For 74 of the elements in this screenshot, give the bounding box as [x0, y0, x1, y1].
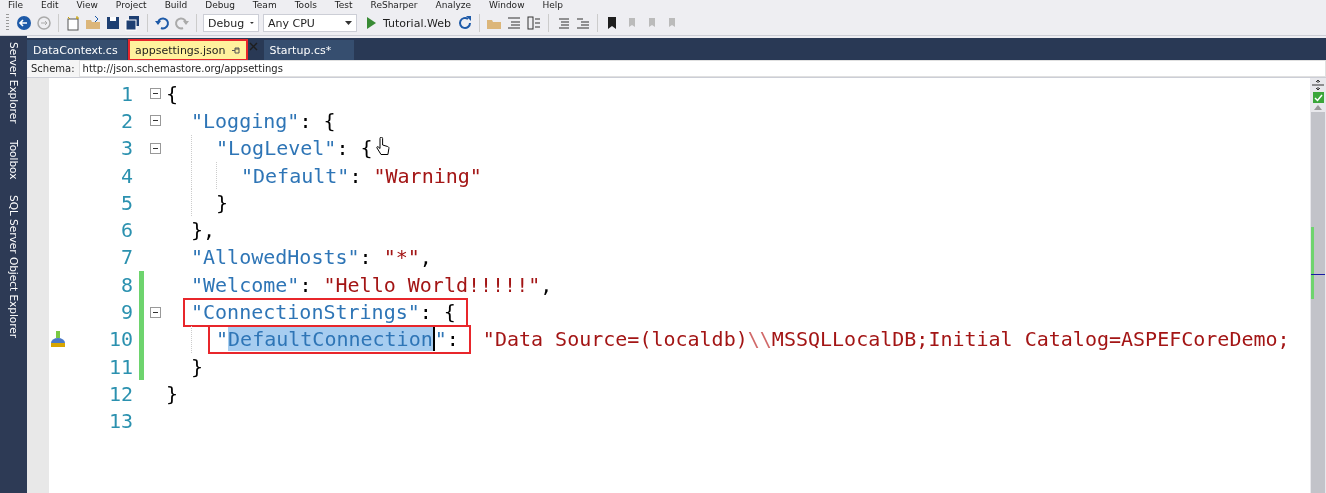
- collapse-icon[interactable]: [149, 115, 161, 127]
- code-text: },: [191, 218, 216, 243]
- line-number: 6: [119, 218, 133, 243]
- line-number: 11: [107, 354, 133, 379]
- back-icon[interactable]: [16, 15, 32, 31]
- code-text: "Welcome": "Hello World!!!!!",: [191, 272, 553, 297]
- change-marker: [1311, 227, 1314, 299]
- annotation-box: "DefaultConnection":: [208, 324, 471, 354]
- close-icon[interactable]: [248, 42, 258, 51]
- code-text: "LogLevel": {: [216, 136, 373, 161]
- line-number: 3: [119, 136, 133, 161]
- uncomment-lines-icon[interactable]: [574, 15, 591, 31]
- menu-item[interactable]: File: [8, 0, 24, 11]
- configuration-dropdown[interactable]: Debug: [203, 14, 259, 32]
- save-icon[interactable]: [105, 15, 121, 31]
- check-icon: [1312, 92, 1324, 103]
- menu-item[interactable]: Team: [252, 0, 277, 11]
- menu-item[interactable]: Tools: [294, 0, 317, 11]
- menu-item[interactable]: Test: [334, 0, 353, 11]
- list-icon[interactable]: [525, 15, 542, 31]
- collapse-icon[interactable]: [149, 142, 161, 154]
- start-button[interactable]: Tutorial.Web: [361, 13, 453, 33]
- document-tab[interactable]: DataContext.cs: [27, 40, 127, 60]
- caret-icon: [345, 21, 352, 25]
- code-text: }: [166, 381, 179, 406]
- menu-item[interactable]: Project: [115, 0, 147, 11]
- code-text: }: [191, 354, 204, 379]
- align-left-icon[interactable]: [505, 15, 522, 31]
- menu-item[interactable]: Debug: [205, 0, 235, 11]
- side-panel-tab[interactable]: Server Explorer: [7, 40, 20, 126]
- undo-icon[interactable]: [154, 15, 170, 31]
- open-folder-icon[interactable]: [85, 15, 101, 31]
- line-number: 2: [119, 108, 133, 133]
- line-number: 1: [119, 81, 133, 106]
- menu-item[interactable]: Help: [542, 0, 564, 11]
- code-text: {: [166, 81, 179, 106]
- new-project-icon[interactable]: [65, 15, 81, 31]
- menu-item[interactable]: Analyze: [435, 0, 471, 11]
- line-number: 12: [107, 381, 133, 406]
- caret-marker: [1311, 274, 1325, 275]
- save-all-icon[interactable]: [125, 15, 141, 31]
- code-text: "AllowedHosts": "*",: [191, 245, 432, 270]
- line-number: 8: [119, 272, 133, 297]
- code-text: "Default": "Warning": [241, 163, 482, 188]
- document-tab[interactable]: Startup.cs*: [263, 40, 354, 60]
- schema-label: Schema:: [27, 60, 79, 77]
- line-number: 4: [119, 163, 133, 188]
- collapse-icon[interactable]: [149, 88, 161, 100]
- platform-dropdown[interactable]: Any CPU: [263, 14, 357, 32]
- line-number: 7: [119, 245, 133, 270]
- schema-field[interactable]: http://json.schemastore.org/appsettings: [78, 60, 1326, 77]
- menu-item[interactable]: View: [76, 0, 98, 11]
- code-text: }: [216, 190, 229, 215]
- line-number: 5: [119, 190, 133, 215]
- brush-icon[interactable]: [49, 330, 67, 349]
- line-number: 9: [119, 300, 133, 324]
- line-number: 10: [107, 327, 133, 352]
- side-panel-tab[interactable]: Toolbox: [7, 137, 20, 181]
- side-panel-tab[interactable]: SQL Server Object Explorer: [7, 192, 20, 340]
- split-handle-icon[interactable]: [1312, 80, 1324, 90]
- refresh-icon[interactable]: [456, 15, 473, 31]
- pin-icon[interactable]: [231, 45, 241, 55]
- code-text: "Data Source=(localdb)\\MSSQLLocalDB;Initial Catalog=ASPEFCoreDemo;: [482, 327, 1290, 352]
- menu-item[interactable]: Build: [164, 0, 188, 11]
- collapse-icon[interactable]: [149, 306, 161, 318]
- vertical-scrollbar[interactable]: [1310, 78, 1326, 493]
- caret-icon: [250, 21, 254, 25]
- scroll-up-arrow-icon[interactable]: [1314, 105, 1322, 110]
- code-text: "Logging": {: [191, 108, 336, 133]
- line-number: 13: [107, 409, 133, 434]
- menu-item[interactable]: Window: [489, 0, 525, 11]
- document-tab[interactable]: appsettings.json: [129, 40, 247, 60]
- menu-item[interactable]: Edit: [41, 0, 59, 11]
- menu-item[interactable]: ReSharper: [370, 0, 418, 11]
